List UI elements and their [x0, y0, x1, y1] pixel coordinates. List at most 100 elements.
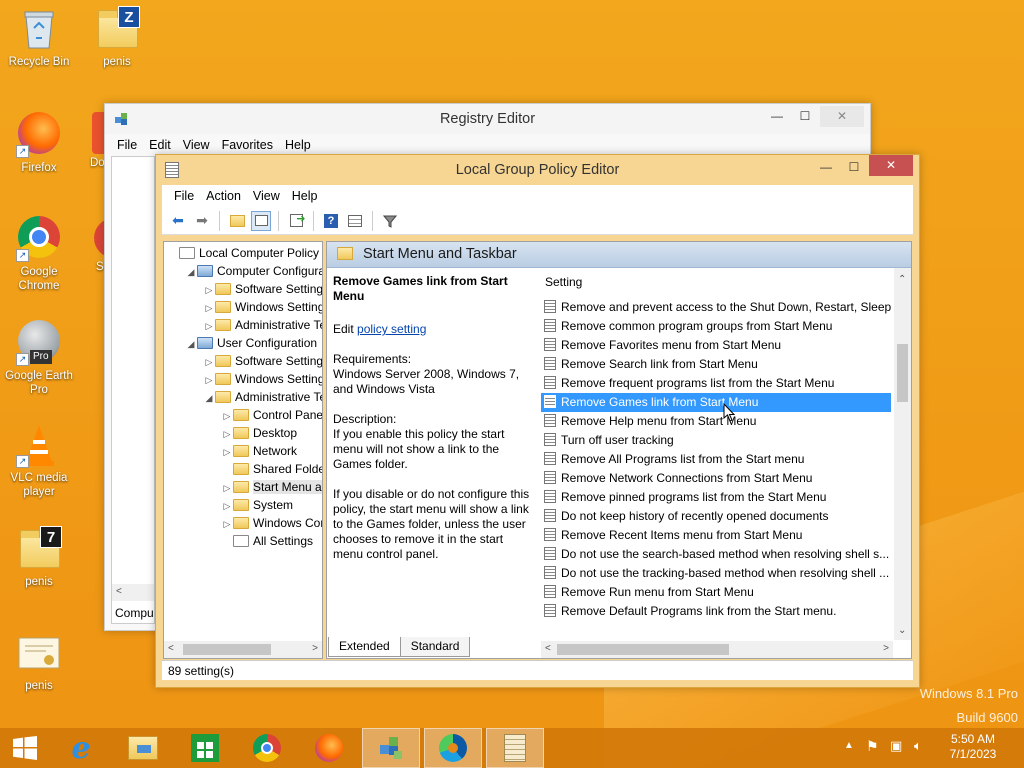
- setting-row[interactable]: Turn off user tracking: [541, 431, 891, 450]
- internet-explorer-icon[interactable]: e: [52, 728, 110, 768]
- show-hidden-icons-icon[interactable]: ▲: [844, 740, 854, 751]
- scroll-right-icon[interactable]: >: [883, 643, 889, 654]
- edge-taskbar-icon[interactable]: [424, 728, 482, 768]
- setting-row[interactable]: Remove Help menu from Start Menu: [541, 412, 891, 431]
- tree-node[interactable]: All Settings: [167, 532, 322, 550]
- registry-h-scrollbar[interactable]: <: [112, 584, 154, 601]
- settings-list[interactable]: Setting Remove and prevent access to the…: [541, 268, 911, 640]
- registry-titlebar[interactable]: Registry Editor — ☐ ✕: [105, 104, 870, 134]
- tree-h-scroll-thumb[interactable]: [183, 644, 271, 655]
- gpe-tree-pane[interactable]: Local Computer Policy ◢ Computer Configura…: [163, 241, 323, 659]
- settings-v-scroll-thumb[interactable]: [897, 344, 908, 402]
- tree-node[interactable]: ▷ Windows Cor: [167, 514, 322, 532]
- tree-node[interactable]: ▷ Control Panel: [167, 406, 322, 424]
- menu-edit[interactable]: Edit: [143, 138, 177, 152]
- tree-node[interactable]: ◢ Administrative Te: [167, 388, 322, 406]
- tree-node[interactable]: ◢ Computer Configura: [167, 262, 322, 280]
- setting-row[interactable]: Do not use the tracking-based method whe…: [541, 564, 891, 583]
- volume-muted-icon[interactable]: 🔈︎: [914, 738, 922, 754]
- tree-node[interactable]: Local Computer Policy: [167, 244, 322, 262]
- setting-row[interactable]: Remove Recent Items menu from Start Menu: [541, 526, 891, 545]
- expand-toggle-icon[interactable]: ▷: [203, 353, 215, 371]
- close-button[interactable]: ✕: [869, 155, 913, 176]
- setting-row[interactable]: Remove Network Connections from Start Me…: [541, 469, 891, 488]
- file-explorer-icon[interactable]: [114, 728, 172, 768]
- gpe-details-pane[interactable]: Start Menu and Taskbar Remove Games link…: [326, 241, 912, 659]
- vlc-icon[interactable]: ↗ VLC media player: [4, 422, 74, 499]
- setting-row[interactable]: Remove Favorites menu from Start Menu: [541, 336, 891, 355]
- chrome-taskbar-icon[interactable]: [238, 728, 296, 768]
- expand-toggle-icon[interactable]: ▷: [221, 497, 233, 515]
- expand-toggle-icon[interactable]: ▷: [221, 425, 233, 443]
- setting-row[interactable]: Remove pinned programs list from the Sta…: [541, 488, 891, 507]
- expand-toggle-icon[interactable]: ▷: [221, 443, 233, 461]
- tree-node[interactable]: ▷ Software Settings: [167, 352, 322, 370]
- gpe-titlebar[interactable]: Local Group Policy Editor — ☐ ✕: [156, 155, 919, 185]
- zip-folder-icon[interactable]: Z penis: [82, 6, 152, 69]
- menu-favorites[interactable]: Favorites: [216, 138, 279, 152]
- menu-action[interactable]: Action: [200, 189, 247, 203]
- expand-toggle-icon[interactable]: ◢: [185, 263, 197, 281]
- menu-help[interactable]: Help: [286, 189, 324, 203]
- setting-row[interactable]: Remove Run menu from Start Menu: [541, 583, 891, 602]
- export-list-icon[interactable]: ➜: [286, 211, 306, 231]
- show-hide-tree-icon[interactable]: [251, 210, 271, 231]
- recycle-bin-icon[interactable]: Recycle Bin: [4, 6, 74, 69]
- setting-row[interactable]: Remove frequent programs list from the S…: [541, 374, 891, 393]
- back-arrow-icon[interactable]: ⬅: [168, 211, 188, 231]
- setting-row[interactable]: Remove and prevent access to the Shut Do…: [541, 298, 891, 317]
- setting-row[interactable]: Remove Search link from Start Menu: [541, 355, 891, 374]
- network-icon[interactable]: ▣: [890, 738, 902, 754]
- scroll-left-icon[interactable]: <: [168, 643, 174, 654]
- tree-node[interactable]: ◢ User Configuration: [167, 334, 322, 352]
- expand-toggle-icon[interactable]: ▷: [203, 299, 215, 317]
- menu-file[interactable]: File: [168, 189, 200, 203]
- edit-policy-link[interactable]: policy setting: [357, 322, 426, 336]
- google-earth-icon[interactable]: ↗ Pro Google Earth Pro: [4, 318, 74, 397]
- tree-node[interactable]: ▷ Network: [167, 442, 322, 460]
- menu-file[interactable]: File: [111, 138, 143, 152]
- expand-toggle-icon[interactable]: ▷: [203, 371, 215, 389]
- minimize-button[interactable]: —: [764, 106, 790, 127]
- menu-view[interactable]: View: [247, 189, 286, 203]
- up-folder-icon[interactable]: [227, 211, 247, 231]
- firefox-taskbar-icon[interactable]: [300, 728, 358, 768]
- scroll-down-icon[interactable]: ⌄: [898, 625, 906, 636]
- firefox-icon[interactable]: ↗ Firefox: [4, 110, 74, 175]
- expand-toggle-icon[interactable]: ▷: [203, 281, 215, 299]
- setting-row[interactable]: Remove Games link from Start Menu: [541, 393, 891, 412]
- scroll-left-icon[interactable]: <: [545, 643, 551, 654]
- expand-toggle-icon[interactable]: ▷: [221, 479, 233, 497]
- expand-toggle-icon[interactable]: ◢: [185, 335, 197, 353]
- setting-row[interactable]: Do not keep history of recently opened d…: [541, 507, 891, 526]
- tree-h-scrollbar[interactable]: < >: [164, 641, 322, 658]
- menu-help[interactable]: Help: [279, 138, 317, 152]
- settings-h-scrollbar[interactable]: < >: [541, 641, 893, 658]
- clock[interactable]: 5:50 AM 7/1/2023: [934, 732, 1012, 762]
- maximize-button[interactable]: ☐: [792, 106, 818, 127]
- setting-row[interactable]: Remove common program groups from Start …: [541, 317, 891, 336]
- settings-h-scroll-thumb[interactable]: [557, 644, 729, 655]
- setting-column-header[interactable]: Setting: [541, 268, 911, 296]
- expand-toggle-icon[interactable]: ◢: [203, 389, 215, 407]
- start-button[interactable]: [0, 728, 50, 768]
- registry-editor-taskbar-icon[interactable]: [362, 728, 420, 768]
- setting-row[interactable]: Do not use the search-based method when …: [541, 545, 891, 564]
- tree-node[interactable]: ▷ Start Menu ar: [167, 478, 322, 496]
- settings-v-scrollbar[interactable]: ⌃ ⌄: [894, 268, 911, 640]
- close-button[interactable]: ✕: [820, 106, 864, 127]
- chrome-icon[interactable]: ↗ Google Chrome: [4, 214, 74, 293]
- help-icon[interactable]: ?: [321, 211, 341, 231]
- setting-row[interactable]: Remove Default Programs link from the St…: [541, 602, 891, 621]
- scroll-right-icon[interactable]: >: [312, 643, 318, 654]
- 7zip-folder-icon[interactable]: 7 penis: [4, 526, 74, 589]
- store-icon[interactable]: [176, 728, 234, 768]
- tree-node[interactable]: ▷ Desktop: [167, 424, 322, 442]
- tab-standard[interactable]: Standard: [400, 637, 471, 657]
- tree-node[interactable]: ▷ Windows Setting: [167, 370, 322, 388]
- expand-toggle-icon[interactable]: ▷: [221, 515, 233, 533]
- minimize-button[interactable]: —: [813, 157, 839, 178]
- scroll-up-icon[interactable]: ⌃: [898, 274, 906, 285]
- group-policy-taskbar-icon[interactable]: [486, 728, 544, 768]
- tree-node[interactable]: ▷ Software Settings: [167, 280, 322, 298]
